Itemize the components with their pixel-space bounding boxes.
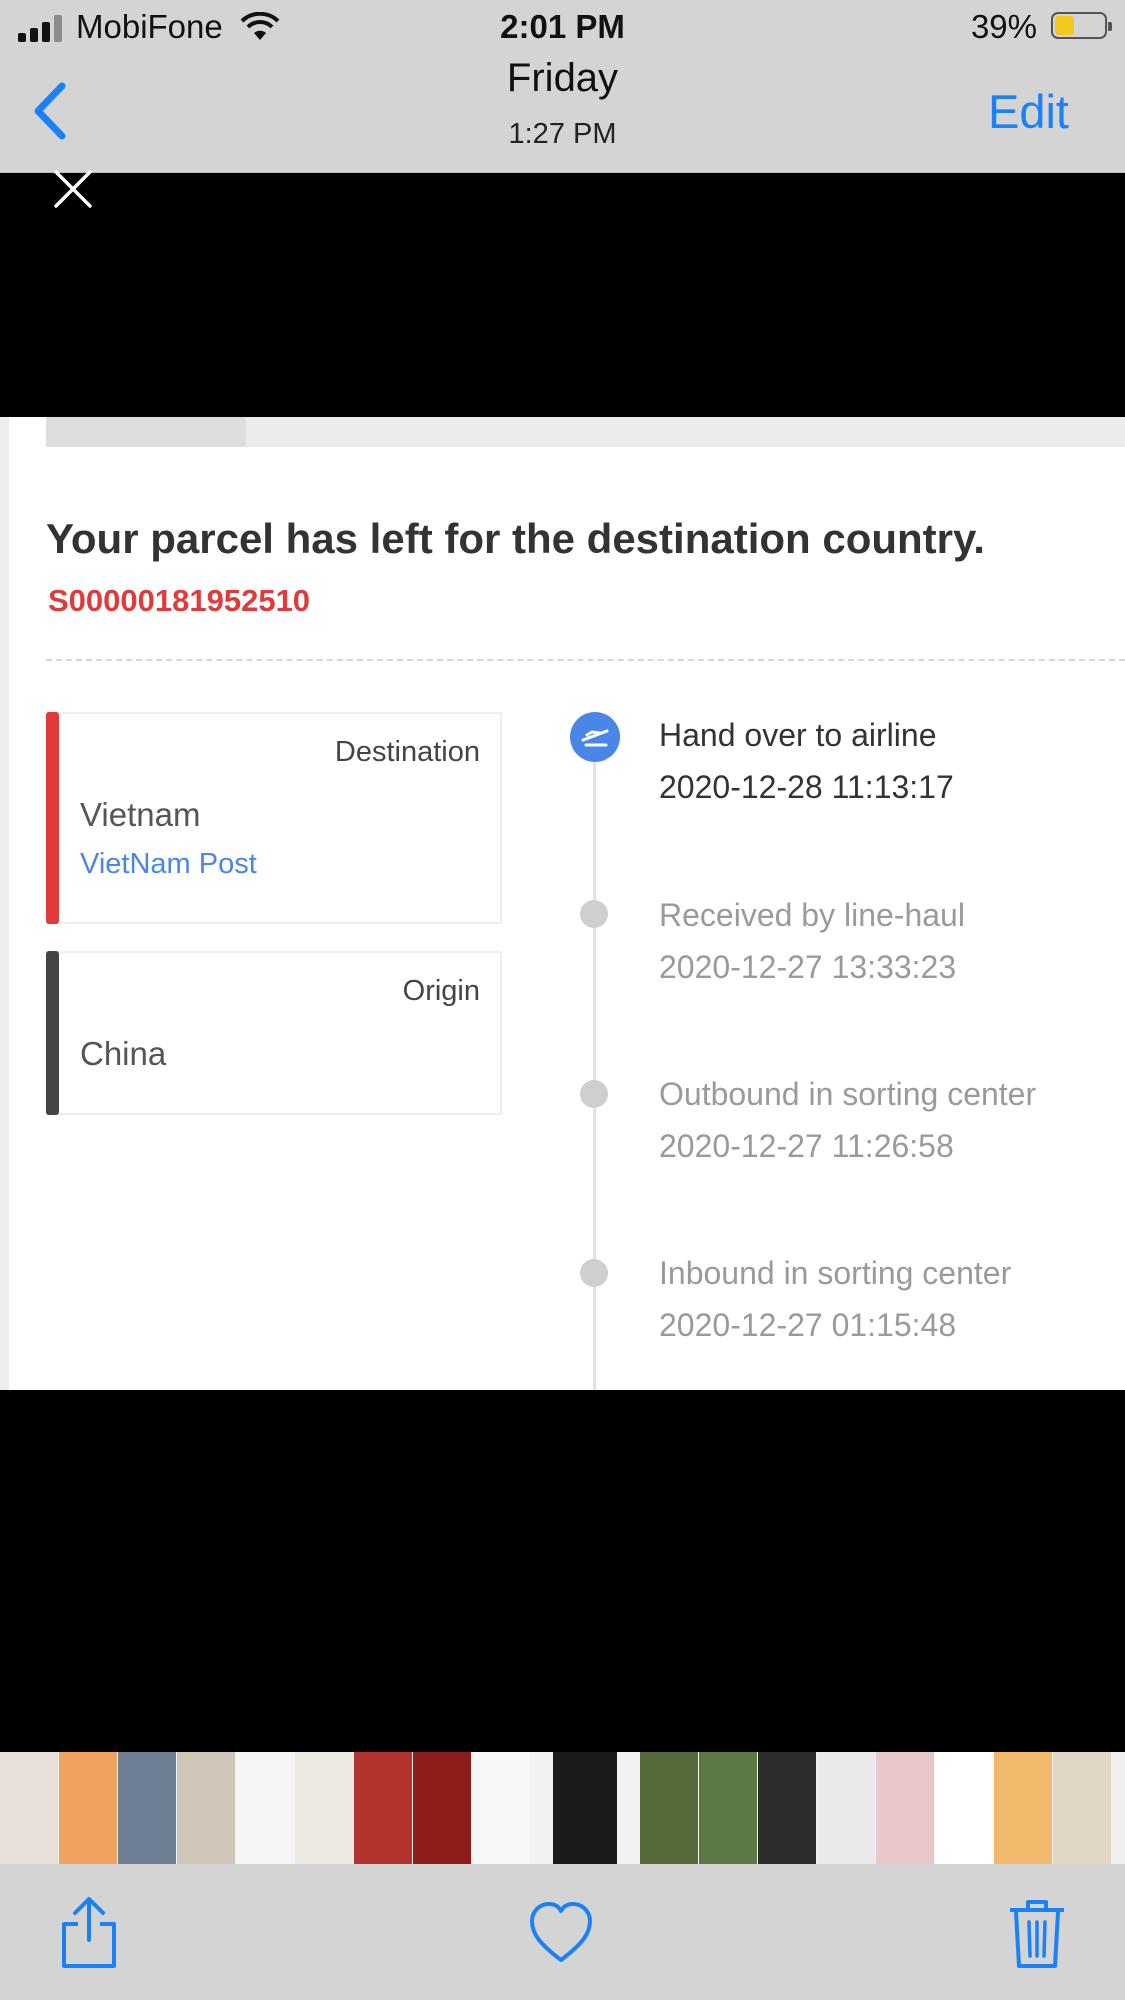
- destination-country: Vietnam: [80, 796, 201, 833]
- status-headline: Your parcel has left for the destination…: [46, 515, 985, 562]
- timeline-step-2-title: Received by line-haul: [659, 897, 965, 933]
- edit-button[interactable]: Edit: [988, 84, 1069, 139]
- photo-thumbnail[interactable]: [817, 1752, 875, 1864]
- photo-thumbnail[interactable]: [553, 1752, 617, 1864]
- timeline-dot: [580, 900, 608, 928]
- photo-thumbnail[interactable]: [177, 1752, 235, 1864]
- airplane-icon: [570, 712, 620, 762]
- timeline-step-3-title: Outbound in sorting center: [659, 1076, 1037, 1112]
- destination-card: Destination Vietnam VietNam Post: [46, 712, 502, 924]
- timeline-line: [593, 735, 596, 1390]
- destination-carrier-link[interactable]: VietNam Post: [80, 848, 257, 881]
- origin-accent-bar: [46, 951, 59, 1115]
- photo-thumbnail[interactable]: [876, 1752, 934, 1864]
- timeline-step-3-time: 2020-12-27 11:26:58: [659, 1128, 954, 1164]
- photo-thumbnail[interactable]: [413, 1752, 471, 1864]
- timeline-dot: [580, 1259, 608, 1287]
- photo-thumbnail[interactable]: [354, 1752, 412, 1864]
- dashed-divider: [46, 659, 1125, 661]
- photo-thumbnail[interactable]: [640, 1752, 698, 1864]
- photo-thumbnail[interactable]: [236, 1752, 294, 1864]
- tracking-number: S00000181952510: [48, 583, 311, 618]
- photo-thumbnail[interactable]: [699, 1752, 757, 1864]
- photo-thumbnail[interactable]: [59, 1752, 117, 1864]
- destination-label: Destination: [334, 736, 480, 768]
- top-bar: MobiFone 2:01 PM 39% Friday 1:27 PM Edit: [0, 0, 1125, 173]
- tracking-screenshot: Your parcel has left for the destination…: [0, 417, 1125, 1390]
- origin-country: China: [80, 1035, 167, 1072]
- photo-thumbnail[interactable]: [758, 1752, 816, 1864]
- share-icon[interactable]: [56, 1894, 122, 1970]
- top-image-strip-left: [46, 417, 246, 447]
- photo-thumbnail[interactable]: [118, 1752, 176, 1864]
- timeline-step-4-time: 2020-12-27 01:15:48: [659, 1307, 957, 1343]
- timeline-step-4-title: Inbound in sorting center: [659, 1255, 1012, 1291]
- photo-thumbnail[interactable]: [994, 1752, 1052, 1864]
- photo-thumbnail[interactable]: [935, 1752, 993, 1864]
- thumbnail-strip[interactable]: [0, 1752, 1125, 1864]
- battery-percentage: 39%: [970, 8, 1037, 45]
- page-edge: [0, 417, 9, 1390]
- timeline-step-2-time: 2020-12-27 13:33:23: [659, 949, 957, 985]
- photo-thumbnail[interactable]: [1112, 1752, 1125, 1864]
- heart-icon[interactable]: [528, 1894, 594, 1970]
- photo-thumbnail[interactable]: [295, 1752, 353, 1864]
- origin-label: Origin: [402, 975, 480, 1007]
- status-time: 2:01 PM: [500, 8, 625, 45]
- battery-level-fill: [1055, 16, 1074, 35]
- bottom-toolbar: [0, 1864, 1125, 2000]
- timeline-step-1-time: 2020-12-28 11:13:17: [659, 769, 954, 805]
- nav-title: Friday: [506, 56, 619, 100]
- timeline-dot: [580, 1080, 608, 1108]
- close-icon[interactable]: [50, 166, 96, 212]
- destination-accent-bar: [46, 712, 59, 924]
- trash-icon[interactable]: [1004, 1894, 1070, 1970]
- photo-thumbnail[interactable]: [1053, 1752, 1111, 1864]
- battery-icon: [1051, 12, 1112, 39]
- photo-thumbnail[interactable]: [472, 1752, 530, 1864]
- origin-card: Origin China: [46, 951, 502, 1115]
- nav-subtitle: 1:27 PM: [508, 118, 617, 150]
- timeline-step-1-title: Hand over to airline: [659, 717, 937, 753]
- photo-thumbnail[interactable]: [0, 1752, 58, 1864]
